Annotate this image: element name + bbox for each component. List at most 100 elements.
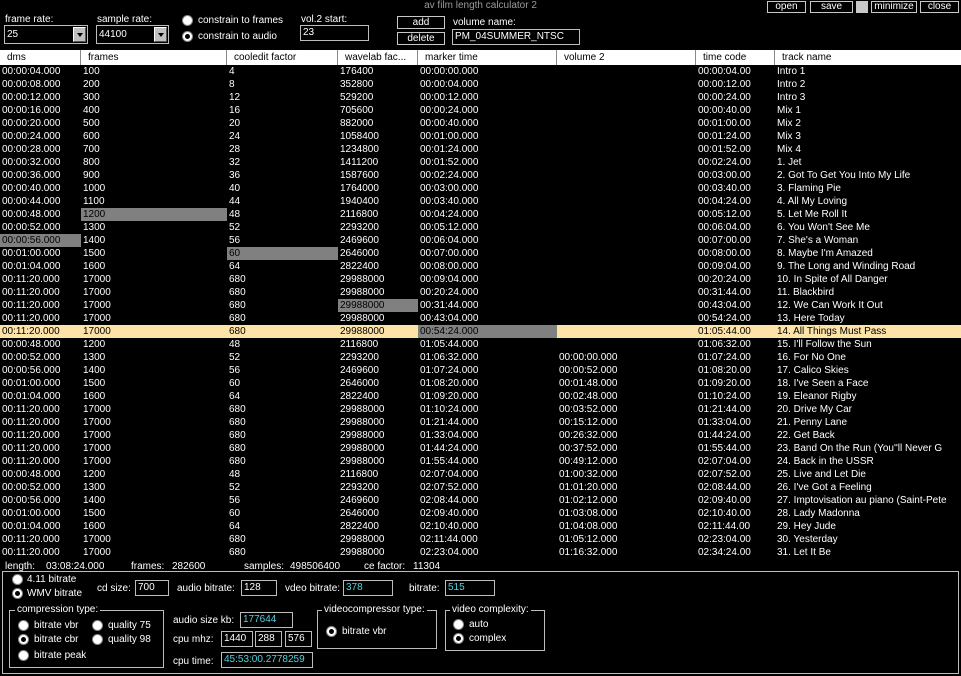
table-row[interactable]: 00:01:00.000 1500 60 2646000 00:07:00.000 00:… xyxy=(0,247,961,260)
table-row[interactable]: 00:00:16.000 400 16 705600 00:00:24.000 00:00… xyxy=(0,104,961,117)
cell-marker-time[interactable]: 00:00:24.000 xyxy=(418,104,557,117)
cell-dms[interactable]: 00:11:20.000 xyxy=(0,403,81,416)
cell-time-code[interactable]: 00:00:04.00 xyxy=(696,65,775,78)
bitrate-vbr-radio[interactable] xyxy=(18,620,29,631)
cell-track-name[interactable]: 19. Eleanor Rigby xyxy=(775,390,961,403)
cell-frames[interactable]: 1200 xyxy=(81,468,227,481)
cell-frames[interactable]: 17000 xyxy=(81,455,227,468)
cell-frames[interactable]: 1200 xyxy=(81,208,227,221)
cell-time-code[interactable]: 00:54:24.00 xyxy=(696,312,775,325)
cell-dms[interactable]: 00:00:56.000 xyxy=(0,234,81,247)
cell-time-code[interactable]: 01:05:44.00 xyxy=(696,325,775,338)
cell-dms[interactable]: 00:11:20.000 xyxy=(0,442,81,455)
cell-track-name[interactable]: 24. Back in the USSR xyxy=(775,455,961,468)
cell-wavelab-factor[interactable]: 2293200 xyxy=(338,481,418,494)
cell-marker-time[interactable]: 00:54:24.000 xyxy=(418,325,557,338)
cell-dms[interactable]: 00:11:20.000 xyxy=(0,546,81,557)
cell-wavelab-factor[interactable]: 882000 xyxy=(338,117,418,130)
cell-frames[interactable]: 1100 xyxy=(81,195,227,208)
cell-frames[interactable]: 100 xyxy=(81,65,227,78)
cell-marker-time[interactable]: 00:00:40.000 xyxy=(418,117,557,130)
cell-time-code[interactable]: 00:03:40.00 xyxy=(696,182,775,195)
cell-frames[interactable]: 1600 xyxy=(81,520,227,533)
cell-track-name[interactable]: 12. We Can Work It Out xyxy=(775,299,961,312)
table-row[interactable]: 00:00:20.000 500 20 882000 00:00:40.000 00:01… xyxy=(0,117,961,130)
cell-marker-time[interactable]: 00:05:12.000 xyxy=(418,221,557,234)
cell-wavelab-factor[interactable]: 2822400 xyxy=(338,260,418,273)
cell-dms[interactable]: 00:00:08.000 xyxy=(0,78,81,91)
cell-frames[interactable]: 17000 xyxy=(81,286,227,299)
cell-dms[interactable]: 00:00:16.000 xyxy=(0,104,81,117)
table-row[interactable]: 00:00:56.000 1400 56 2469600 02:08:44.000 01:… xyxy=(0,494,961,507)
cell-marker-time[interactable]: 01:44:24.000 xyxy=(418,442,557,455)
cell-track-name[interactable]: 30. Yesterday xyxy=(775,533,961,546)
cell-time-code[interactable]: 02:23:04.00 xyxy=(696,533,775,546)
table-row[interactable]: 00:00:48.000 1200 48 2116800 01:05:44.000 01:… xyxy=(0,338,961,351)
cell-time-code[interactable]: 00:31:44.00 xyxy=(696,286,775,299)
cell-wavelab-factor[interactable]: 2293200 xyxy=(338,351,418,364)
cell-frames[interactable]: 300 xyxy=(81,91,227,104)
cell-track-name[interactable]: Intro 2 xyxy=(775,78,961,91)
cell-frames[interactable]: 700 xyxy=(81,143,227,156)
constrain-frames-radio[interactable] xyxy=(182,15,193,26)
cell-wavelab-factor[interactable]: 1234800 xyxy=(338,143,418,156)
cell-time-code[interactable]: 02:07:52.00 xyxy=(696,468,775,481)
cell-marker-time[interactable]: 00:01:00.000 xyxy=(418,130,557,143)
cell-time-code[interactable]: 01:55:44.00 xyxy=(696,442,775,455)
cell-volume-2[interactable]: 00:02:48.000 xyxy=(557,390,696,403)
cell-time-code[interactable]: 00:02:24.00 xyxy=(696,156,775,169)
cell-volume-2[interactable] xyxy=(557,195,696,208)
cell-track-name[interactable]: 9. The Long and Winding Road xyxy=(775,260,961,273)
cell-marker-time[interactable]: 01:33:04.000 xyxy=(418,429,557,442)
cell-dms[interactable]: 00:00:36.000 xyxy=(0,169,81,182)
cell-frames[interactable]: 200 xyxy=(81,78,227,91)
cell-wavelab-factor[interactable]: 29988000 xyxy=(338,312,418,325)
cell-cooledit-factor[interactable]: 64 xyxy=(227,520,338,533)
table-row[interactable]: 00:01:04.000 1600 64 2822400 01:09:20.000 00:… xyxy=(0,390,961,403)
cell-volume-2[interactable]: 01:00:32.000 xyxy=(557,468,696,481)
cell-marker-time[interactable]: 00:00:04.000 xyxy=(418,78,557,91)
cell-volume-2[interactable] xyxy=(557,338,696,351)
table-row[interactable]: 00:01:04.000 1600 64 2822400 00:08:00.000 00:… xyxy=(0,260,961,273)
cell-time-code[interactable]: 02:08:44.00 xyxy=(696,481,775,494)
table-row[interactable]: 00:01:00.000 1500 60 2646000 01:08:20.000 00:… xyxy=(0,377,961,390)
cell-wavelab-factor[interactable]: 29988000 xyxy=(338,286,418,299)
cell-marker-time[interactable]: 02:08:44.000 xyxy=(418,494,557,507)
cell-time-code[interactable]: 01:44:24.00 xyxy=(696,429,775,442)
cell-volume-2[interactable]: 00:37:52.000 xyxy=(557,442,696,455)
cell-track-name[interactable]: 7. She's a Woman xyxy=(775,234,961,247)
cell-dms[interactable]: 00:11:20.000 xyxy=(0,286,81,299)
cell-dms[interactable]: 00:00:48.000 xyxy=(0,468,81,481)
audio-bitrate-input[interactable]: 128 xyxy=(241,580,277,596)
table-row[interactable]: 00:00:48.000 1200 48 2116800 02:07:04.000 01:… xyxy=(0,468,961,481)
cell-cooledit-factor[interactable]: 680 xyxy=(227,299,338,312)
cell-cooledit-factor[interactable]: 60 xyxy=(227,247,338,260)
table-row[interactable]: 00:11:20.000 17000 680 29988000 00:09:04.000… xyxy=(0,273,961,286)
cell-cooledit-factor[interactable]: 48 xyxy=(227,208,338,221)
cell-marker-time[interactable]: 02:07:52.000 xyxy=(418,481,557,494)
cell-marker-time[interactable]: 01:06:32.000 xyxy=(418,351,557,364)
cell-track-name[interactable]: 22. Get Back xyxy=(775,429,961,442)
cell-cooledit-factor[interactable]: 12 xyxy=(227,91,338,104)
cell-cooledit-factor[interactable]: 44 xyxy=(227,195,338,208)
cell-marker-time[interactable]: 00:04:24.000 xyxy=(418,208,557,221)
cell-time-code[interactable]: 00:43:04.00 xyxy=(696,299,775,312)
cell-dms[interactable]: 00:11:20.000 xyxy=(0,273,81,286)
cell-cooledit-factor[interactable]: 48 xyxy=(227,468,338,481)
cell-track-name[interactable]: 13. Here Today xyxy=(775,312,961,325)
cell-volume-2[interactable] xyxy=(557,169,696,182)
cell-dms[interactable]: 00:11:20.000 xyxy=(0,299,81,312)
table-row[interactable]: 00:01:00.000 1500 60 2646000 02:09:40.000 01:… xyxy=(0,507,961,520)
cell-track-name[interactable]: 2. Got To Get You Into My Life xyxy=(775,169,961,182)
cell-frames[interactable]: 17000 xyxy=(81,325,227,338)
cell-wavelab-factor[interactable]: 705600 xyxy=(338,104,418,117)
wmv-bitrate-radio[interactable] xyxy=(12,588,23,599)
cell-frames[interactable]: 17000 xyxy=(81,533,227,546)
table-row[interactable]: 00:00:08.000 200 8 352800 00:00:04.000 00:00:… xyxy=(0,78,961,91)
cell-time-code[interactable]: 01:07:24.00 xyxy=(696,351,775,364)
cell-frames[interactable]: 400 xyxy=(81,104,227,117)
cell-cooledit-factor[interactable]: 16 xyxy=(227,104,338,117)
cell-marker-time[interactable]: 00:03:40.000 xyxy=(418,195,557,208)
cell-dms[interactable]: 00:00:12.000 xyxy=(0,91,81,104)
cell-dms[interactable]: 00:11:20.000 xyxy=(0,325,81,338)
